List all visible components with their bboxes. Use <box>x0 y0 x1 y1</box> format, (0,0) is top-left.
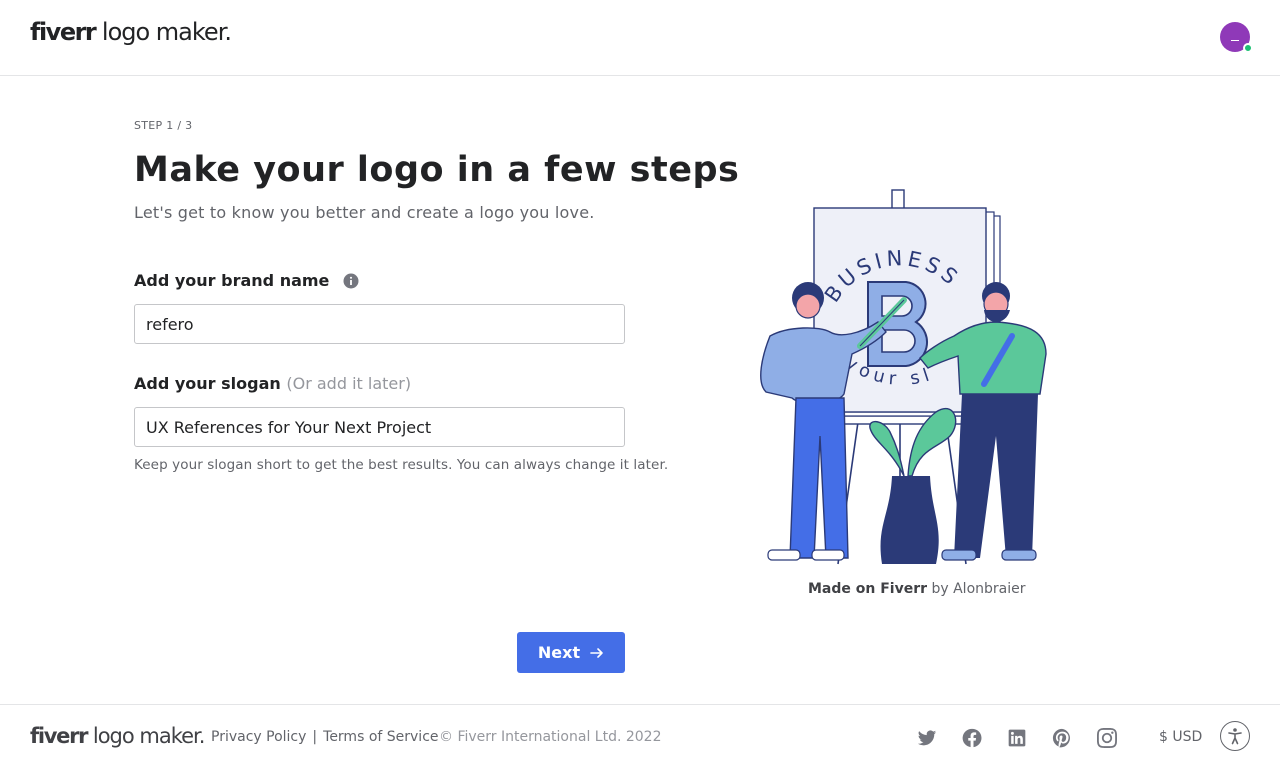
avatar-initial <box>1231 40 1239 41</box>
logo-rest-text: logo maker. <box>95 18 232 46</box>
slogan-label: Add your slogan (Or add it later) <box>134 374 411 393</box>
slogan-input[interactable] <box>134 407 625 447</box>
footer-link-separator: | <box>312 729 318 745</box>
arrow-right-icon <box>590 647 603 658</box>
currency-selector[interactable]: $ USD <box>1159 729 1202 745</box>
footer-logo-brand: fiverr <box>30 724 88 748</box>
slogan-optional-text: (Or add it later) <box>286 374 412 393</box>
linkedin-icon <box>1008 729 1026 747</box>
instagram-link[interactable] <box>1096 727 1118 749</box>
fiverr-logo-maker-logo[interactable]: fiverr logo maker. <box>30 18 232 46</box>
page-title: Make your logo in a few steps <box>134 150 740 190</box>
footer-logo-rest: logo maker. <box>87 724 206 748</box>
logo-maker-illustration: BUSINESS NAME your slog <box>740 186 1047 565</box>
info-icon[interactable] <box>343 273 359 289</box>
footer-links: Privacy Policy | Terms of Service <box>211 729 439 745</box>
pinterest-icon <box>1052 728 1070 748</box>
credit-made-on-fiverr[interactable]: Made on Fiverr <box>808 581 927 597</box>
pinterest-link[interactable] <box>1051 727 1073 749</box>
twitter-icon <box>917 730 937 746</box>
next-button[interactable]: Next <box>517 632 625 673</box>
page-footer: fiverr logo maker. Privacy Policy | Term… <box>0 704 1280 769</box>
facebook-icon <box>962 728 982 748</box>
brand-name-label: Add your brand name <box>134 271 359 290</box>
top-header: fiverr logo maker. <box>0 0 1280 76</box>
credit-author: by Alonbraier <box>927 581 1026 597</box>
privacy-policy-link[interactable]: Privacy Policy <box>211 729 306 745</box>
page-subtitle: Let's get to know you better and create … <box>134 203 595 222</box>
instagram-icon <box>1097 728 1117 748</box>
accessibility-button[interactable] <box>1220 721 1250 751</box>
next-button-label: Next <box>537 643 581 662</box>
linkedin-link[interactable] <box>1006 727 1028 749</box>
brand-name-label-text: Add your brand name <box>134 271 330 290</box>
twitter-link[interactable] <box>916 727 938 749</box>
step-indicator: STEP 1 / 3 <box>134 119 193 132</box>
user-avatar[interactable] <box>1220 22 1253 53</box>
slogan-label-text: Add your slogan <box>134 374 281 393</box>
facebook-link[interactable] <box>961 727 983 749</box>
accessibility-icon <box>1228 728 1242 745</box>
online-status-dot <box>1243 43 1253 53</box>
illustration-credit: Made on Fiverr by Alonbraier <box>808 581 1026 597</box>
footer-logo[interactable]: fiverr logo maker. <box>30 724 206 748</box>
copyright-text: © Fiverr International Ltd. 2022 <box>439 729 662 745</box>
slogan-hint: Keep your slogan short to get the best r… <box>134 457 669 473</box>
terms-of-service-link[interactable]: Terms of Service <box>323 729 438 745</box>
brand-name-input[interactable] <box>134 304 625 344</box>
logo-brand-text: fiverr <box>30 18 97 46</box>
